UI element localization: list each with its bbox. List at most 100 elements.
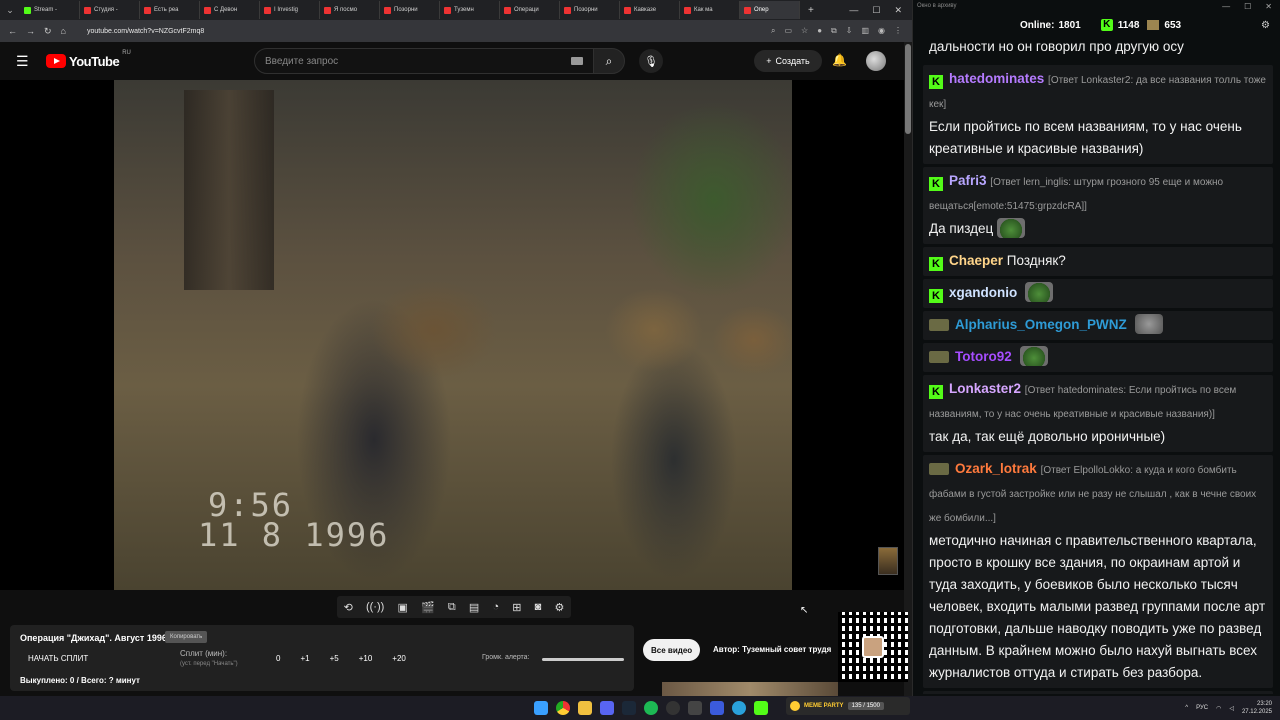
obs-icon[interactable]	[666, 701, 680, 715]
alert-volume-slider[interactable]	[542, 658, 624, 661]
download-icon[interactable]: ⇩	[846, 26, 853, 36]
url-field[interactable]: youtube.com/watch?v=NZGcvtF2mq8	[87, 28, 204, 35]
chat-username[interactable]: Chaeper	[949, 253, 1003, 268]
youtube-logo[interactable]: YouTube RU	[46, 50, 131, 69]
split-value-button[interactable]: +20	[392, 654, 406, 663]
browser-tab[interactable]: С Девон	[200, 1, 260, 19]
browser-tab[interactable]: Stream -	[20, 1, 80, 19]
home-icon[interactable]: ⌂	[61, 26, 66, 36]
bookmark-star-icon[interactable]: ☆	[801, 26, 808, 36]
volume-icon[interactable]: ◁	[1229, 705, 1234, 712]
app-icon[interactable]	[688, 701, 702, 715]
maximize-icon[interactable]: ☐	[1244, 2, 1251, 11]
menu-dots-icon[interactable]: ⋮	[894, 26, 902, 36]
close-icon[interactable]: ✕	[1265, 2, 1272, 11]
search-button[interactable]: ⌕	[593, 48, 625, 74]
chrome-icon[interactable]	[556, 701, 570, 715]
browser-tab[interactable]: Как ма	[680, 1, 740, 19]
split-value-button[interactable]: +1	[300, 654, 309, 663]
explorer-icon[interactable]	[578, 701, 592, 715]
video-frame[interactable]: 9:56 11 8 1996	[114, 80, 792, 590]
create-button[interactable]: + Создать	[754, 50, 822, 72]
browser-tab[interactable]: Я посмо	[320, 1, 380, 19]
minimize-icon[interactable]: —	[849, 5, 858, 16]
camera-icon[interactable]: ◙	[535, 601, 542, 613]
split-value-button[interactable]: +5	[330, 654, 339, 663]
miniplayer-thumbnail[interactable]	[878, 547, 898, 575]
browser-tab[interactable]: Позорни	[380, 1, 440, 19]
speed-icon[interactable]: ◔	[492, 601, 499, 613]
meme-party-widget[interactable]: MEME PARTY 135 / 1500	[786, 697, 910, 715]
maximize-icon[interactable]: ☐	[872, 5, 880, 16]
subtitles-icon[interactable]: ▤	[469, 601, 479, 614]
new-tab-button[interactable]: +	[800, 5, 822, 16]
extensions-icon[interactable]: ●	[817, 26, 822, 36]
settings-gear-icon[interactable]: ⚙	[554, 601, 564, 614]
extension-puzzle-icon[interactable]: ⧉	[831, 26, 837, 36]
chat-settings-icon[interactable]: ⚙	[1261, 20, 1270, 31]
kick-app-icon[interactable]	[754, 701, 768, 715]
zoom-icon[interactable]: ⌕	[771, 26, 775, 36]
language-indicator[interactable]: РУС	[1196, 705, 1208, 711]
profile-icon[interactable]: ◉	[878, 26, 885, 36]
steam-icon[interactable]	[622, 701, 636, 715]
browser-tab[interactable]: Опер	[740, 1, 800, 19]
tray-chevron-icon[interactable]: ^	[1185, 705, 1188, 711]
minimize-icon[interactable]: —	[1222, 2, 1230, 11]
video-thumbnail-strip[interactable]	[662, 682, 838, 696]
forward-icon[interactable]: →	[26, 26, 35, 36]
chat-username[interactable]: Alpharius_Omegon_PWNZ	[955, 317, 1127, 332]
channel-author[interactable]: Автор: Туземный совет трудя	[713, 645, 837, 654]
youtube-favicon-icon	[684, 6, 691, 14]
kick-badge-icon: K	[929, 75, 943, 89]
cast-icon[interactable]: ▭	[784, 26, 792, 36]
start-split-button[interactable]: НАЧАТЬ СПЛИТ	[28, 654, 88, 663]
youtube-region: RU	[122, 49, 131, 56]
page-scrollbar[interactable]	[904, 42, 912, 696]
start-icon[interactable]	[534, 701, 548, 715]
hamburger-menu-icon[interactable]: ☰	[16, 53, 32, 70]
chat-username[interactable]: Ozark_lotrak	[955, 461, 1037, 476]
split-value-button[interactable]: 0	[276, 654, 280, 663]
search-icon: ⌕	[605, 53, 613, 68]
wifi-icon[interactable]: ◠	[1216, 705, 1221, 712]
gift-icon	[1147, 20, 1160, 30]
add-clip-icon[interactable]: ⊞	[512, 601, 521, 614]
screenshot-icon[interactable]: ▣	[397, 601, 407, 614]
loop-icon[interactable]: ⟲	[344, 601, 353, 614]
back-icon[interactable]: ←	[8, 26, 17, 36]
clapper-icon[interactable]: 🎬	[421, 601, 435, 614]
browser-tab[interactable]: Кавказе	[620, 1, 680, 19]
broadcast-icon[interactable]: ((·))	[366, 601, 384, 613]
browser-tab[interactable]: Позорни	[560, 1, 620, 19]
browser-tab[interactable]: Студия -	[80, 1, 140, 19]
tab-search-icon[interactable]: ⌄	[0, 0, 20, 20]
media-player-icon[interactable]	[710, 701, 724, 715]
chat-username[interactable]: Lonkaster2	[949, 381, 1021, 396]
split-value-button[interactable]: +10	[359, 654, 373, 663]
notifications-bell-icon[interactable]: 🔔	[832, 53, 847, 67]
sidebar-icon[interactable]: ▥	[861, 26, 869, 36]
telegram-icon[interactable]	[732, 701, 746, 715]
browser-tab[interactable]: Есть реа	[140, 1, 200, 19]
clock[interactable]: 23:20 27.12.2025	[1242, 700, 1272, 716]
close-icon[interactable]: ✕	[894, 5, 902, 16]
browser-tab[interactable]: I Investig	[260, 1, 320, 19]
all-videos-button[interactable]: Все видео	[643, 639, 701, 661]
page-scrollbar-thumb[interactable]	[905, 44, 911, 134]
chat-username[interactable]: hatedominates	[949, 71, 1044, 86]
picture-in-picture-icon[interactable]: ⧉	[448, 601, 456, 614]
voice-search-button[interactable]: 🎙	[639, 49, 663, 73]
spotify-icon[interactable]	[644, 701, 658, 715]
reload-icon[interactable]: ↻	[44, 26, 52, 37]
discord-icon[interactable]	[600, 701, 614, 715]
chat-username[interactable]: Totoro92	[955, 349, 1012, 364]
browser-tab[interactable]: Операци	[500, 1, 560, 19]
chat-username[interactable]: Pafri3	[949, 173, 987, 188]
search-input[interactable]: Введите запрос	[254, 48, 594, 74]
avatar[interactable]	[866, 51, 886, 71]
chat-username[interactable]: xgandonio	[949, 285, 1017, 300]
copy-button[interactable]: Копировать	[165, 631, 208, 643]
browser-tab[interactable]: Туземн	[440, 1, 500, 19]
keyboard-icon[interactable]	[571, 57, 583, 65]
